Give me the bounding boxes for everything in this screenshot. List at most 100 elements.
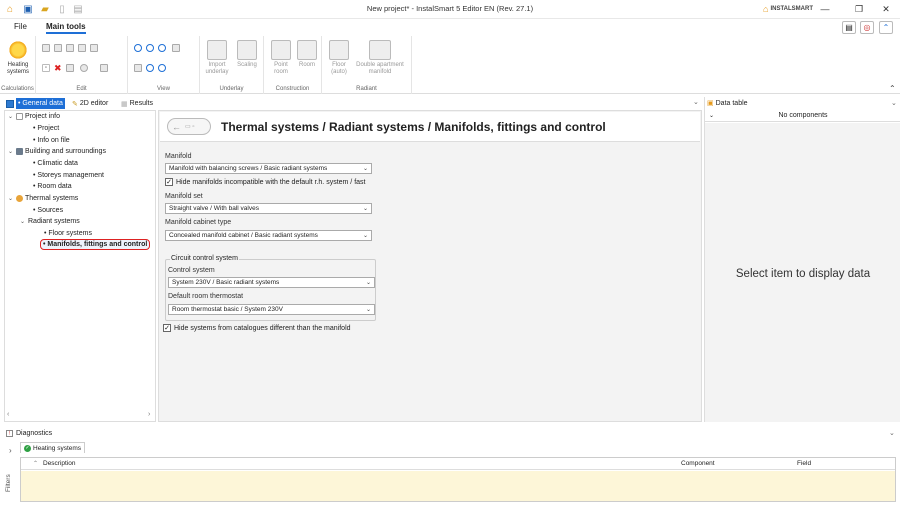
diagnostics-table: ⌃ Description Component Field — [20, 457, 896, 502]
maximize-button[interactable]: ❐ — [850, 2, 868, 16]
heating-systems-button[interactable]: Heating systems — [3, 40, 33, 76]
view-mode-icon[interactable] — [172, 44, 180, 52]
help-icon[interactable]: ◎ — [860, 21, 874, 34]
panel-dropdown-icon[interactable]: ⌄ — [891, 99, 897, 107]
collapse-ribbon-icon[interactable]: ⌃ — [879, 21, 893, 34]
thermal-icon — [16, 195, 23, 202]
cut-icon[interactable] — [66, 44, 74, 52]
chevron-down-icon[interactable]: ⌄ — [709, 112, 714, 119]
back-button[interactable]: ← ▭ ▫ — [167, 118, 211, 135]
chevron-down-icon[interactable]: ⌄ — [8, 113, 14, 120]
tree-storeys[interactable]: • Storeys management — [33, 172, 104, 179]
tree-info-on-file[interactable]: • Info on file — [33, 137, 70, 144]
zoom-previous-icon[interactable] — [146, 64, 154, 72]
cabinet-select[interactable]: Concealed manifold cabinet / Basic radia… — [165, 230, 372, 241]
point-room-label-2: room — [274, 69, 288, 75]
components-list[interactable]: ⌄ No components — [705, 110, 900, 122]
tree-thermal-systems[interactable]: ⌄ Thermal systems — [8, 195, 78, 202]
tree-project[interactable]: • Project — [33, 125, 59, 132]
tab-2d-editor[interactable]: ✎ 2D editor — [70, 98, 110, 109]
room-label: Room — [298, 62, 315, 68]
tree-manifolds[interactable]: • Manifolds, fittings and control — [40, 239, 151, 250]
tabs-dropdown-icon[interactable]: ⌄ — [693, 98, 699, 106]
menu-main-tools[interactable]: Main tools — [46, 22, 86, 34]
minimize-button[interactable]: — — [816, 2, 834, 16]
tree-room-data[interactable]: • Room data — [33, 183, 72, 190]
chevron-down-icon[interactable]: ⌄ — [8, 195, 14, 202]
tree-radiant-systems[interactable]: ⌄ Radiant systems — [20, 218, 80, 225]
chevron-down-icon: ⌄ — [365, 307, 371, 313]
tree-sources[interactable]: • Sources — [33, 207, 63, 214]
ribbon-group-underlay: Import underlay Scaling Underlay — [200, 36, 264, 94]
tree-floor-systems[interactable]: • Floor systems — [44, 230, 92, 237]
manifold-label: Manifold — [165, 153, 192, 160]
hide-incompatible-checkbox[interactable]: ✓ Hide manifolds incompatible with the de… — [165, 178, 365, 186]
editor-icon: ✎ — [72, 100, 78, 108]
room-button[interactable]: Room — [292, 40, 322, 69]
delete-icon[interactable]: ✖ — [54, 64, 62, 73]
zoom-in-icon[interactable] — [134, 44, 142, 52]
undo-icon[interactable] — [66, 64, 74, 72]
clone-icon[interactable] — [90, 44, 98, 52]
data-table-body: Select item to display data — [705, 123, 900, 422]
checkmark-icon: ✓ — [163, 324, 171, 332]
room-icon — [297, 40, 317, 60]
ribbon-collapse-icon[interactable]: ⌃ — [889, 84, 896, 93]
zoom-out-icon[interactable] — [146, 44, 154, 52]
breadcrumb-icon: ▭ ▫ — [185, 124, 195, 130]
select-icon[interactable]: ▫ — [42, 64, 50, 72]
chevron-down-icon[interactable]: ⌄ — [8, 148, 14, 155]
manifold-icon — [369, 40, 391, 60]
group-label-view: View — [157, 86, 170, 92]
arrow-left-icon: ← — [172, 121, 181, 132]
ribbon-group-view: View — [128, 36, 200, 94]
scaling-button[interactable]: Scaling — [232, 40, 262, 69]
group-label-calculations: Calculations — [1, 86, 34, 92]
scroll-right-icon[interactable]: › — [148, 411, 150, 418]
heating-systems-label-2: systems — [6, 69, 29, 75]
close-button[interactable]: ✕ — [877, 2, 895, 16]
scaling-icon — [237, 40, 257, 60]
tab-general-data[interactable]: • General data — [16, 98, 65, 109]
cabinet-label: Manifold cabinet type — [165, 219, 232, 226]
manifold-set-select[interactable]: Straight valve / With ball valves ⌄ — [165, 203, 372, 214]
thermostat-select[interactable]: Room thermostat basic / System 230V ⌄ — [168, 304, 375, 315]
tree-climatic-data[interactable]: • Climatic data — [33, 160, 78, 167]
tree-building[interactable]: ⌄ Building and surroundings — [8, 148, 106, 155]
manifold-select[interactable]: Manifold with balancing screws / Basic r… — [165, 163, 372, 174]
zoom-fit-icon[interactable] — [158, 44, 166, 52]
import-underlay-label-2: underlay — [205, 69, 229, 75]
col-component[interactable]: Component — [681, 460, 715, 467]
tree-project-info[interactable]: ⌄ Project info — [8, 113, 60, 120]
menu-file[interactable]: File — [14, 22, 27, 31]
tab-results[interactable]: ▦ Results — [119, 98, 155, 109]
import-underlay-icon — [207, 40, 227, 60]
double-apartment-manifold-button[interactable]: Double apartment manifold — [350, 40, 410, 76]
scroll-left-icon[interactable]: ‹ — [7, 411, 9, 418]
text-style-icon[interactable] — [100, 64, 108, 72]
control-system-select[interactable]: System 230V / Basic radiant systems ⌄ — [168, 277, 375, 288]
format-icon[interactable] — [78, 44, 86, 52]
cart-icon[interactable]: ▤ — [842, 21, 856, 34]
navigation-tree: ⌄ Project info • Project • Info on file ⌄… — [4, 110, 156, 422]
checkmark-icon: ✓ — [165, 178, 173, 186]
copy-icon[interactable] — [42, 44, 50, 52]
col-description[interactable]: Description — [43, 460, 76, 467]
general-tab-icon — [6, 98, 14, 109]
ribbon-group-construction: Point room Room Construction — [264, 36, 322, 94]
chevron-right-icon[interactable]: › — [9, 446, 12, 455]
diagnostics-dropdown-icon[interactable]: ⌄ — [889, 429, 895, 437]
results-icon: ▦ — [121, 100, 128, 108]
hide-catalogues-checkbox[interactable]: ✓ Hide systems from catalogues different … — [163, 324, 351, 332]
paste-icon[interactable] — [54, 44, 62, 52]
data-table-panel: ▣ Data table ⌄ ⌄ No components Select item… — [704, 97, 900, 422]
import-underlay-button[interactable]: Import underlay — [202, 40, 232, 76]
sort-icon[interactable]: ⌃ — [33, 460, 38, 467]
chevron-down-icon[interactable]: ⌄ — [20, 218, 26, 225]
tab-heating-systems[interactable]: ✓ Heating systems — [20, 442, 86, 453]
zoom-window-icon[interactable] — [134, 64, 142, 72]
redo-icon[interactable] — [80, 64, 88, 72]
filters-tab[interactable]: Filters — [4, 472, 18, 502]
col-field[interactable]: Field — [797, 460, 811, 467]
zoom-all-icon[interactable] — [158, 64, 166, 72]
